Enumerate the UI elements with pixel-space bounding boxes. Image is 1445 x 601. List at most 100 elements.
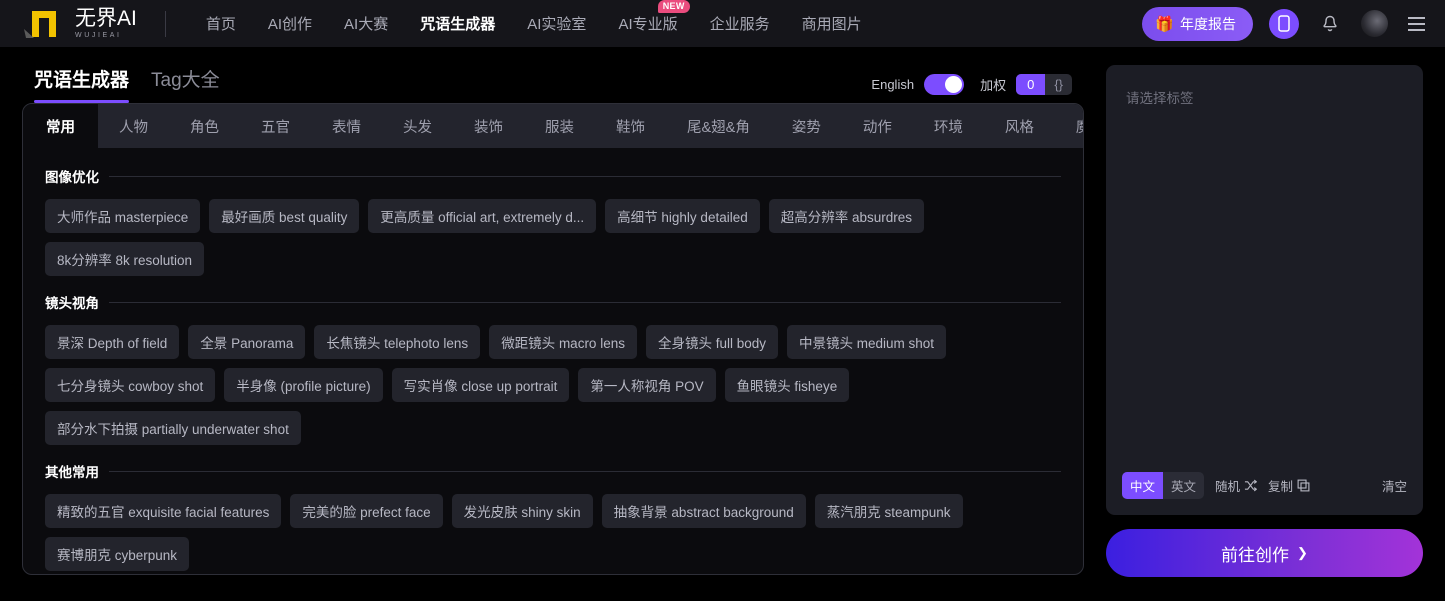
weight-brace-button[interactable]: {} [1045,74,1072,95]
tab-tag-library[interactable]: Tag大全 [151,65,220,103]
tag-chip[interactable]: 高细节 highly detailed [605,199,760,233]
section-header: 其他常用 [45,461,1061,481]
prompt-toolbar: 中文 英文 随机 复制 清空 [1106,472,1423,515]
tag-chip[interactable]: 七分身镜头 cowboy shot [45,368,216,402]
category-label: 装饰 [474,119,503,136]
nav-links: 首页 AI创作 AI大赛 咒语生成器 AI实验室 AI专业版 NEW 企业服务 … [190,0,878,34]
english-toggle[interactable] [924,74,965,95]
gift-icon: 🎁 [1155,15,1174,33]
mobile-app-button[interactable] [1269,8,1299,39]
prompt-lang-english[interactable]: 英文 [1163,472,1204,499]
category-tab-decoration[interactable]: 装饰 [453,104,524,148]
tag-chip[interactable]: 8k分辨率 8k resolution [45,242,205,276]
nav-link-label: 咒语生成器 [420,16,496,33]
category-tab-hair[interactable]: 头发 [382,104,453,148]
category-tab-environment[interactable]: 环境 [913,104,984,148]
nav-link-commercial-images[interactable]: 商用图片 [786,13,878,34]
page-tabs: 咒语生成器 Tag大全 English 加权 0 {} [22,47,1084,103]
clear-button[interactable]: 清空 [1382,476,1407,495]
tag-row: 精致的五官 exquisite facial features 完美的脸 pre… [45,494,1061,571]
tag-chip[interactable]: 写实肖像 close up portrait [391,368,570,402]
tab-label: 咒语生成器 [34,70,130,91]
tag-chip[interactable]: 最好画质 best quality [209,199,360,233]
tag-chip[interactable]: 赛博朋克 cyberpunk [45,537,190,571]
category-tab-clothing[interactable]: 服装 [524,104,595,148]
tag-chip[interactable]: 中景镜头 medium shot [787,325,947,359]
category-tab-magic[interactable]: 魔法 [1055,104,1083,148]
random-button[interactable]: 随机 [1215,476,1258,495]
chevron-right-icon: ❯ [1297,545,1308,560]
tag-chip[interactable]: 半身像 (profile picture) [224,368,383,402]
tag-section: 镜头视角 景深 Depth of field 全景 Panorama 长焦镜头 … [45,292,1061,445]
category-tab-style[interactable]: 风格 [984,104,1055,148]
tag-row: 景深 Depth of field 全景 Panorama 长焦镜头 telep… [45,325,1061,445]
site-logo[interactable]: 无界AI WUJIEAI [22,7,137,41]
tag-chip[interactable]: 全景 Panorama [188,325,306,359]
category-tab-role[interactable]: 角色 [169,104,240,148]
category-tab-shoes[interactable]: 鞋饰 [595,104,666,148]
nav-link-prompt-generator[interactable]: 咒语生成器 [404,13,511,34]
nav-link-home[interactable]: 首页 [190,13,252,34]
tag-chip[interactable]: 蒸汽朋克 steampunk [814,494,963,528]
left-column: 咒语生成器 Tag大全 English 加权 0 {} 常用 人物 角色 五官 [22,47,1084,577]
tag-chip[interactable]: 鱼眼镜头 fisheye [724,368,850,402]
go-create-button[interactable]: 前往创作 ❯ [1106,529,1423,577]
tag-section: 图像优化 大师作品 masterpiece 最好画质 best quality … [45,166,1061,276]
category-tab-features[interactable]: 五官 [240,104,311,148]
copy-label: 复制 [1268,480,1294,494]
category-tab-expression[interactable]: 表情 [311,104,382,148]
nav-link-ai-create[interactable]: AI创作 [252,13,328,34]
nav-link-label: AI实验室 [527,16,587,33]
tag-chip[interactable]: 景深 Depth of field [45,325,180,359]
tag-chip[interactable]: 更高质量 official art, extremely d... [368,199,597,233]
avatar[interactable] [1361,10,1388,37]
tag-chip[interactable]: 抽象背景 abstract background [601,494,806,528]
tag-chip[interactable]: 微距镜头 macro lens [489,325,637,359]
category-label: 姿势 [791,119,821,136]
page-body: 咒语生成器 Tag大全 English 加权 0 {} 常用 人物 角色 五官 [0,47,1445,577]
section-divider [109,175,1061,177]
tag-chip[interactable]: 完美的脸 prefect face [290,494,443,528]
tag-chip[interactable]: 超高分辨率 absurdres [768,199,925,233]
section-header: 镜头视角 [45,292,1061,312]
tag-chip[interactable]: 长焦镜头 telephoto lens [314,325,481,359]
tag-chip[interactable]: 发光皮肤 shiny skin [451,494,593,528]
nav-link-ai-lab[interactable]: AI实验室 [511,13,602,34]
tag-chip[interactable]: 全身镜头 full body [645,325,779,359]
category-label: 表情 [332,119,361,136]
nav-link-ai-pro[interactable]: AI专业版 NEW [602,0,693,34]
category-label: 五官 [261,119,290,136]
category-tab-tail-wings-horns[interactable]: 尾&翅&角 [666,104,771,148]
nav-link-ai-contest[interactable]: AI大赛 [328,13,404,34]
tab-prompt-generator[interactable]: 咒语生成器 [34,65,130,103]
category-tab-person[interactable]: 人物 [98,104,169,148]
tag-chip[interactable]: 第一人称视角 POV [578,368,716,402]
nav-link-enterprise[interactable]: 企业服务 [694,13,786,34]
tag-section: 其他常用 精致的五官 exquisite facial features 完美的… [45,461,1061,571]
notifications-button[interactable] [1315,9,1345,39]
tag-panel: 常用 人物 角色 五官 表情 头发 装饰 服装 鞋饰 尾&翅&角 姿势 动作 环… [22,103,1084,575]
weight-value[interactable]: 0 [1016,74,1046,95]
logo-subtitle: WUJIEAI [75,32,122,39]
copy-button[interactable]: 复制 [1268,476,1310,495]
right-column: 请选择标签 中文 英文 随机 复制 清空 前往创作 ❯ [1106,47,1423,577]
prompt-textarea[interactable]: 请选择标签 [1106,65,1423,472]
annual-report-button[interactable]: 🎁 年度报告 [1142,6,1253,41]
menu-icon[interactable] [1404,13,1429,35]
category-label: 动作 [862,119,892,136]
category-tab-action[interactable]: 动作 [842,104,913,148]
category-label: 角色 [190,119,219,136]
nav-link-label: 首页 [205,16,236,33]
section-title: 镜头视角 [45,296,99,311]
category-tab-pose[interactable]: 姿势 [771,104,842,148]
category-label: 环境 [933,119,963,136]
tag-chip[interactable]: 精致的五官 exquisite facial features [45,494,282,528]
tag-chip[interactable]: 大师作品 masterpiece [45,199,201,233]
logo-name: 无界AI [75,7,137,30]
category-label: 服装 [545,119,574,136]
tag-chip[interactable]: 部分水下拍摄 partially underwater shot [45,411,301,445]
english-toggle-label: English [871,77,915,92]
category-tabs: 常用 人物 角色 五官 表情 头发 装饰 服装 鞋饰 尾&翅&角 姿势 动作 环… [23,104,1083,148]
category-tab-common[interactable]: 常用 [23,104,98,148]
prompt-lang-chinese[interactable]: 中文 [1122,472,1164,499]
